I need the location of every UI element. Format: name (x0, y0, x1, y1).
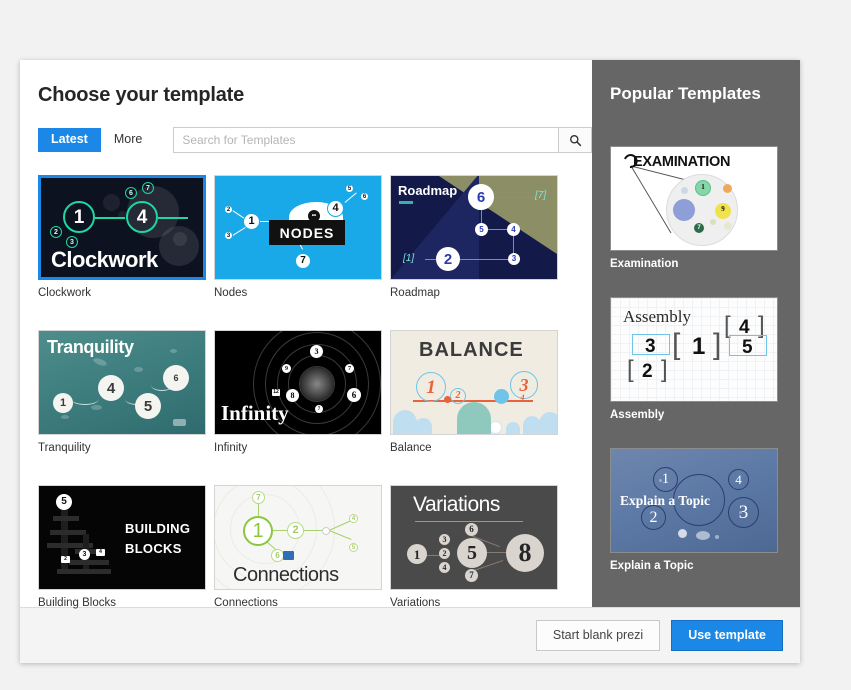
template-label: Clockwork (38, 287, 92, 299)
template-label: Roadmap (390, 287, 440, 299)
template-label: Tranquility (38, 442, 91, 454)
template-thumbnail: Tranquility 1 4 5 6 (38, 330, 206, 435)
search-input[interactable] (173, 127, 559, 153)
choose-template-dialog: Choose your template Latest More Search … (20, 60, 800, 663)
template-card-balance[interactable]: BALANCE 1 2 3 4 Balance (390, 330, 558, 454)
nodes-art: 2 3 1 4 5 6 7 •• NODES (215, 176, 381, 279)
template-grid: 1 4 2 3 6 7 Clockwork Clockwork 2 3 1 4 … (38, 175, 592, 609)
template-thumbnail: Assembly 3 [ 1 ] [ 4 ] 5 [ 2 ] (610, 297, 778, 402)
roadmap-art: Roadmap 6 5 4 3 2 [1] [7] (391, 176, 557, 279)
page-title: Choose your template (38, 84, 245, 106)
template-card-roadmap[interactable]: Roadmap 6 5 4 3 2 [1] [7] Roadmap (390, 175, 558, 299)
search-icon (569, 134, 581, 146)
template-card-tranquility[interactable]: Tranquility 1 4 5 6 Tranquility (38, 330, 206, 454)
template-label: Examination (610, 258, 679, 270)
template-label: Connections (214, 597, 278, 609)
template-label: Building Blocks (38, 597, 116, 609)
template-thumbnail: 5 3 4 2 BUILDING BLOCKS (38, 485, 206, 590)
template-thumbnail: BALANCE 1 2 3 4 (390, 330, 558, 435)
template-thumbnail: 3 6 7 9 7 8 12 Infinity (214, 330, 382, 435)
template-label: Assembly (610, 409, 665, 421)
template-label: Infinity (214, 442, 248, 454)
tranquility-art: Tranquility 1 4 5 6 (39, 331, 205, 434)
template-thumbnail: Roadmap 6 5 4 3 2 [1] [7] (390, 175, 558, 280)
infinity-art: 3 6 7 9 7 8 12 Infinity (215, 331, 381, 434)
assembly-art: Assembly 3 [ 1 ] [ 4 ] 5 [ 2 ] (611, 298, 777, 401)
template-card-clockwork[interactable]: 1 4 2 3 6 7 Clockwork Clockwork (38, 175, 206, 299)
template-card-variations[interactable]: Variations 1 2 3 4 5 6 7 8 Variations (390, 485, 558, 609)
tab-more[interactable]: More (101, 128, 155, 152)
template-card-infinity[interactable]: 3 6 7 9 7 8 12 Infinity Infinity (214, 330, 382, 454)
clockwork-art: 1 4 2 3 6 7 Clockwork (41, 178, 203, 277)
tab-latest[interactable]: Latest (38, 128, 101, 152)
building-blocks-art: 5 3 4 2 BUILDING BLOCKS (39, 486, 205, 589)
template-thumbnail: 7 1 2 6 4 5 Connections (214, 485, 382, 590)
variations-art: Variations 1 2 3 4 5 6 7 8 (391, 486, 557, 589)
template-label: Variations (390, 597, 441, 609)
filter-row: Latest More (38, 127, 593, 153)
dialog-footer: Start blank prezi Use template (20, 607, 800, 663)
dialog-body: Choose your template Latest More Search … (20, 60, 800, 609)
template-browser-pane: Choose your template Latest More Search … (20, 60, 593, 609)
start-blank-prezi-button[interactable]: Start blank prezi (535, 620, 661, 651)
search-button[interactable] (558, 127, 593, 153)
sidebar-template-card-examination[interactable]: EXAMINATION 1 9 7 Examination (610, 146, 800, 270)
search-box (173, 127, 593, 153)
examination-art: EXAMINATION 1 9 7 (611, 147, 777, 250)
sidebar-title: Popular Templates (610, 84, 761, 103)
template-thumbnail: 2 3 1 4 5 6 7 •• NODES (214, 175, 382, 280)
template-label: Explain a Topic (610, 560, 694, 572)
connections-art: 7 1 2 6 4 5 Connections (215, 486, 381, 589)
template-card-nodes[interactable]: 2 3 1 4 5 6 7 •• NODES Nodes (214, 175, 382, 299)
explain-a-topic-art: 1 2 3 4 Explain a Topic (611, 449, 777, 552)
template-card-building-blocks[interactable]: 5 3 4 2 BUILDING BLOCKS Building Blocks (38, 485, 206, 609)
template-label: Nodes (214, 287, 248, 299)
template-label: Balance (390, 442, 432, 454)
template-thumbnail: EXAMINATION 1 9 7 (610, 146, 778, 251)
template-thumbnail: 1 4 2 3 6 7 Clockwork (38, 175, 206, 280)
use-template-button[interactable]: Use template (671, 620, 783, 651)
popular-templates-sidebar: Popular Templates EXAMINATION 1 9 7 Exam… (592, 60, 800, 608)
template-thumbnail: 1 2 3 4 Explain a Topic (610, 448, 778, 553)
sidebar-template-card-explain-a-topic[interactable]: 1 2 3 4 Explain a Topic Explain a Topic (610, 448, 800, 572)
template-thumbnail: Variations 1 2 3 4 5 6 7 8 (390, 485, 558, 590)
template-card-connections[interactable]: 7 1 2 6 4 5 Connections Connections (214, 485, 382, 609)
sidebar-template-card-assembly[interactable]: Assembly 3 [ 1 ] [ 4 ] 5 [ 2 ] Assembly (610, 297, 800, 421)
balance-art: BALANCE 1 2 3 4 (391, 331, 557, 434)
